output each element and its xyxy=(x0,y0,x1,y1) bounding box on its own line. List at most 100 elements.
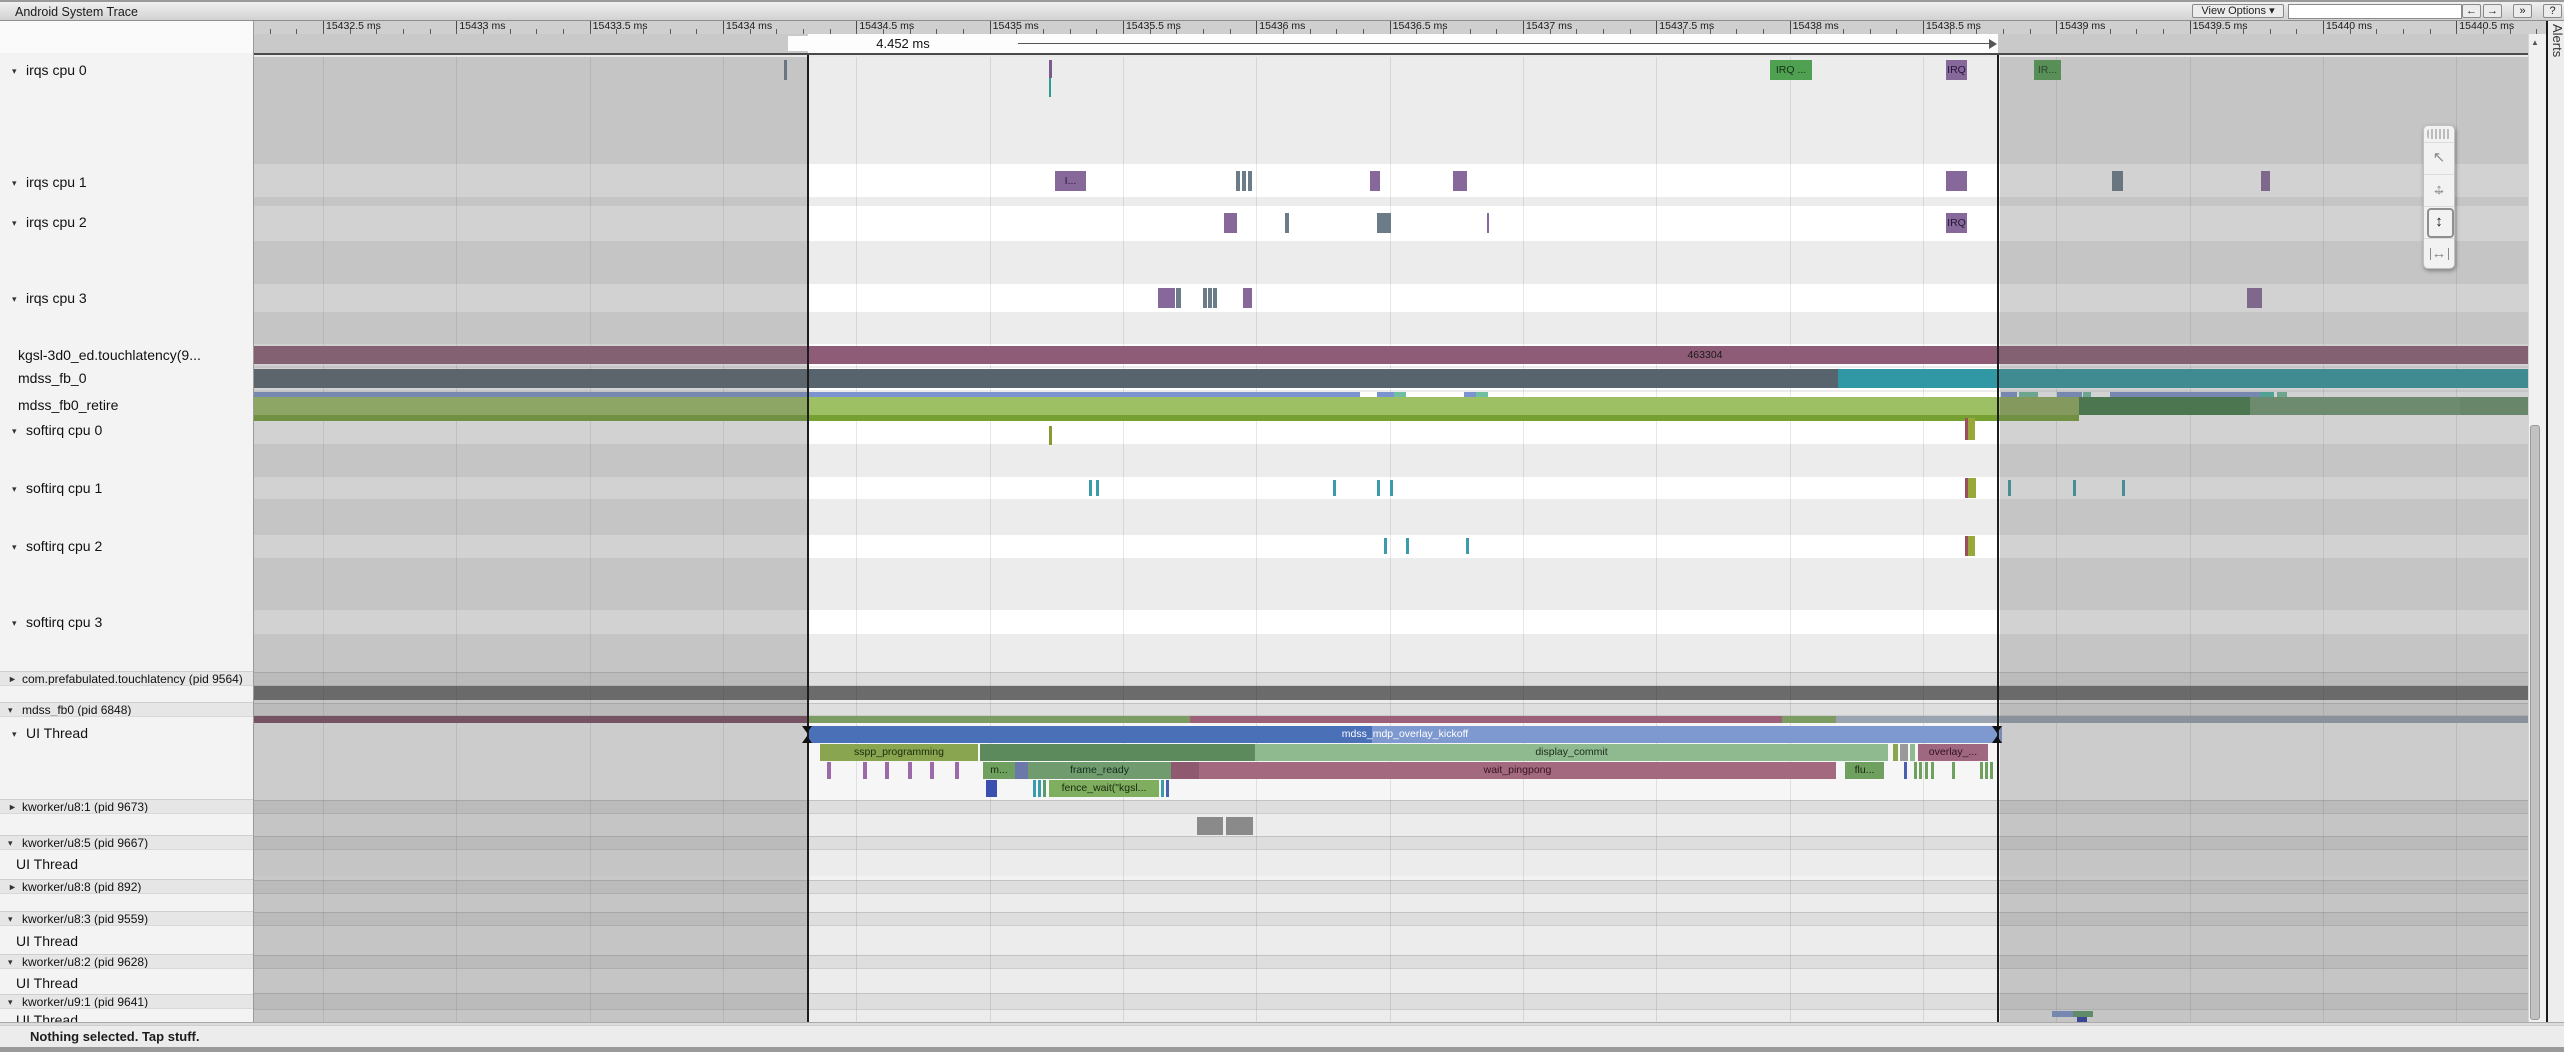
timeline-slice[interactable]: fence_wait("kgsl... xyxy=(1049,780,1159,797)
sidebar-item-irqs-cpu-3[interactable]: ▾irqs cpu 3 xyxy=(0,288,253,308)
timeline-slice[interactable] xyxy=(955,762,959,779)
nav-more-button[interactable]: » xyxy=(2513,4,2532,18)
timeline-slice[interactable] xyxy=(1161,780,1164,797)
collapsed-arrow-icon[interactable]: ► xyxy=(8,800,22,814)
view-options-button[interactable]: View Options ▾ xyxy=(2192,4,2284,18)
timeline-slice[interactable] xyxy=(1171,762,1199,779)
timeline-slice[interactable] xyxy=(1285,213,1289,233)
expanded-arrow-icon[interactable]: ▾ xyxy=(12,421,26,440)
timeline-slice[interactable] xyxy=(980,744,1255,761)
expanded-arrow-icon[interactable]: ▾ xyxy=(12,613,26,632)
sidebar-item-kworker-u8-3-pid-9559[interactable]: ▾kworker/u8:3 (pid 9559) xyxy=(0,911,253,926)
timeline-slice[interactable] xyxy=(1384,538,1387,554)
timeline-slice[interactable] xyxy=(1226,817,1253,835)
timeline-slice[interactable] xyxy=(1089,480,1092,496)
timeline-slice[interactable] xyxy=(1049,60,1052,78)
timeline-slice[interactable] xyxy=(1968,536,1975,556)
timeline-slice[interactable]: IRQ ... xyxy=(1770,60,1812,80)
timeline-slice[interactable] xyxy=(1236,171,1240,191)
timing-tool-icon[interactable]: ↔ xyxy=(2424,238,2454,269)
timeline-slice[interactable]: display_commit xyxy=(1255,744,1888,761)
timeline-slice[interactable] xyxy=(1985,762,1988,779)
sidebar-item-kworker-u8-8-pid-892[interactable]: ►kworker/u8:8 (pid 892) xyxy=(0,879,253,894)
timeline-slice[interactable] xyxy=(1096,480,1099,496)
scrollbar-thumb[interactable] xyxy=(2530,425,2540,1020)
timeline-slice[interactable] xyxy=(930,762,934,779)
timeline-slice[interactable]: flu... xyxy=(1845,762,1884,779)
timeline-slice[interactable] xyxy=(1931,762,1934,779)
alerts-tab[interactable]: Alerts xyxy=(2550,24,2564,57)
sidebar-item-irqs-cpu-0[interactable]: ▾irqs cpu 0 xyxy=(0,60,253,80)
timeline-slice[interactable]: frame_ready xyxy=(1028,762,1171,779)
timeline-slice[interactable]: wait_pingpong xyxy=(1199,762,1836,779)
nav-forward-button[interactable]: → xyxy=(2483,4,2502,18)
timeline-slice[interactable] xyxy=(1900,744,1908,761)
sidebar-item-ui-thread[interactable]: UI Thread xyxy=(0,931,253,951)
scrollbar-up-arrow-icon[interactable]: ▲ xyxy=(2529,38,2541,47)
expanded-arrow-icon[interactable]: ▾ xyxy=(12,479,26,498)
sidebar-item-irqs-cpu-2[interactable]: ▾irqs cpu 2 xyxy=(0,212,253,232)
collapsed-arrow-icon[interactable]: ► xyxy=(8,672,22,686)
timeline-slice[interactable] xyxy=(1968,418,1975,440)
timeline-slice[interactable] xyxy=(863,762,867,779)
timeline-slice[interactable] xyxy=(827,762,831,779)
timeline-slice[interactable] xyxy=(808,716,1190,723)
timeline-slice[interactable]: IRQ xyxy=(1946,213,1967,233)
timeline-slice[interactable] xyxy=(1968,478,1976,498)
sidebar-item-kgsl-3d0-ed-touchlatency-9[interactable]: kgsl-3d0_ed.touchlatency(9... xyxy=(0,345,253,365)
sidebar-item-softirq-cpu-0[interactable]: ▾softirq cpu 0 xyxy=(0,420,253,440)
timeline-slice[interactable] xyxy=(1377,480,1380,496)
timeline-slice[interactable] xyxy=(1925,762,1928,779)
sidebar-item-kworker-u8-2-pid-9628[interactable]: ▾kworker/u8:2 (pid 9628) xyxy=(0,954,253,969)
sidebar-item-softirq-cpu-2[interactable]: ▾softirq cpu 2 xyxy=(0,536,253,556)
nav-back-button[interactable]: ← xyxy=(2462,4,2481,18)
timeline-slice[interactable] xyxy=(1038,780,1041,797)
timeline-slice[interactable] xyxy=(1248,171,1252,191)
timeline-slice[interactable] xyxy=(1377,213,1391,233)
timeline-slice[interactable] xyxy=(1176,288,1181,308)
timeline-slice[interactable]: I... xyxy=(1055,171,1086,191)
help-button[interactable]: ? xyxy=(2543,4,2562,18)
timeline-slice[interactable] xyxy=(1158,288,1175,308)
timeline-slice[interactable] xyxy=(1033,780,1036,797)
timeline-slice[interactable] xyxy=(1213,288,1217,308)
sidebar-item-ui-thread[interactable]: UI Thread xyxy=(0,973,253,993)
timeline-slice[interactable] xyxy=(1904,762,1907,779)
timeline-slice[interactable] xyxy=(1049,426,1052,445)
timeline-slice[interactable] xyxy=(1919,762,1922,779)
timeline-track-area[interactable]: IRQ ...IRQIR...I...IRQ463304mdss_mdp_ove… xyxy=(253,0,2546,1022)
vertical-scrollbar[interactable]: ▲ xyxy=(2528,34,2541,1022)
expanded-arrow-icon[interactable]: ▾ xyxy=(8,995,22,1009)
expanded-arrow-icon[interactable]: ▾ xyxy=(8,836,22,850)
expanded-arrow-icon[interactable]: ▾ xyxy=(12,173,26,192)
timeline-slice[interactable] xyxy=(1333,480,1336,496)
timeline-slice[interactable] xyxy=(986,780,997,797)
timeline-slice[interactable]: IRQ xyxy=(1946,60,1967,80)
selection-marker-right[interactable] xyxy=(1997,34,1999,1022)
timeline-slice[interactable] xyxy=(1910,744,1915,761)
expanded-arrow-icon[interactable]: ▾ xyxy=(12,537,26,556)
timeline-slice[interactable] xyxy=(1782,716,1836,723)
timeline-slice[interactable] xyxy=(1487,213,1489,233)
timeline-slice[interactable]: overlay_... xyxy=(1918,744,1988,761)
sidebar-item-irqs-cpu-1[interactable]: ▾irqs cpu 1 xyxy=(0,172,253,192)
timeline-slice[interactable] xyxy=(1190,716,1782,723)
sidebar-item-ui-thread[interactable]: UI Thread xyxy=(0,1010,253,1022)
timeline-slice[interactable] xyxy=(1197,817,1223,835)
selection-grip-icon[interactable] xyxy=(1992,726,2002,733)
sidebar-item-mdss-fb0-pid-6848[interactable]: ▾mdss_fb0 (pid 6848) xyxy=(0,702,253,717)
timeline-slice[interactable] xyxy=(1466,538,1469,554)
selection-grip-icon[interactable] xyxy=(1992,736,2002,743)
timeline-slice[interactable] xyxy=(1390,480,1393,496)
sidebar-item-ui-thread[interactable]: UI Thread xyxy=(0,854,253,874)
expanded-arrow-icon[interactable]: ▾ xyxy=(12,289,26,308)
timeline-slice[interactable] xyxy=(1893,744,1898,761)
timeline-slice[interactable] xyxy=(1224,213,1237,233)
expanded-arrow-icon[interactable]: ▾ xyxy=(12,724,26,743)
sidebar-item-softirq-cpu-1[interactable]: ▾softirq cpu 1 xyxy=(0,478,253,498)
timeline-slice[interactable] xyxy=(1453,171,1467,191)
timeline-slice[interactable] xyxy=(1208,288,1212,308)
select-tool-icon[interactable]: ↖ xyxy=(2424,142,2454,173)
timeline-slice[interactable] xyxy=(1946,171,1967,191)
search-input[interactable] xyxy=(2288,4,2462,19)
